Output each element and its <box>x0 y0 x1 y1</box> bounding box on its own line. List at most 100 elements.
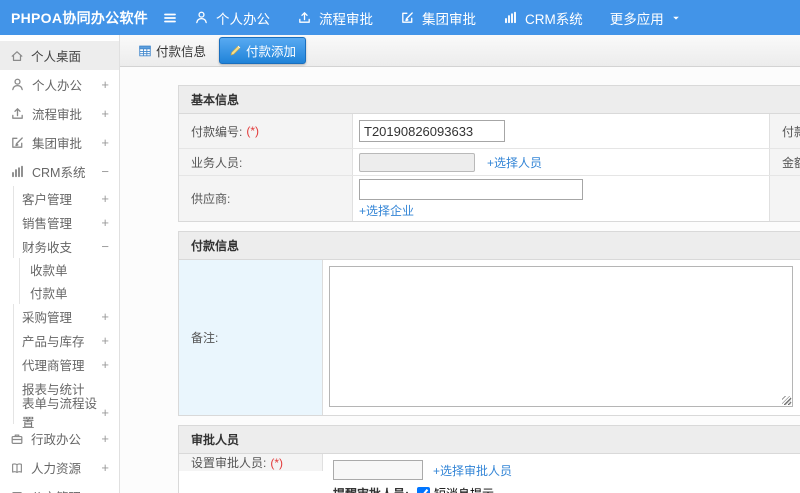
sidebar-item-7[interactable]: 财务收支 − <box>13 234 119 258</box>
menu-toggle-button[interactable] <box>162 10 178 26</box>
expand-icon[interactable]: + <box>101 77 109 92</box>
expand-icon[interactable]: + <box>101 333 109 348</box>
sidebar-item-2[interactable]: 流程审批 + <box>0 99 119 128</box>
content-area: 基本信息 付款编号:(*) 付款名称:(*) <box>120 67 800 493</box>
required-marker: (*) <box>246 124 260 138</box>
expand-icon[interactable]: + <box>101 431 109 446</box>
expand-icon[interactable]: + <box>101 309 109 324</box>
sidebar-item-9[interactable]: 付款单 <box>19 281 119 304</box>
sidebar-item-label: 个人桌面 <box>31 50 82 64</box>
required-marker: (*) <box>270 455 284 470</box>
sidebar-item-label: 财务收支 <box>22 240 73 255</box>
sms-remind-label[interactable]: 短消息提示 <box>434 485 494 493</box>
nav-item-label: 个人办公 <box>216 11 270 27</box>
sidebar-item-14[interactable]: 表单与流程设置 + <box>13 397 119 430</box>
nav-item-1[interactable]: 流程审批 <box>297 8 373 28</box>
home-icon <box>10 49 24 63</box>
sidebar-item-11[interactable]: 产品与库存 + <box>13 328 119 352</box>
sidebar-item-label: 流程审批 <box>32 108 83 122</box>
form-row-payment-no: 付款编号:(*) 付款名称:(*) <box>179 114 800 148</box>
table-icon <box>138 44 152 58</box>
sidebar-item-label: 销售管理 <box>22 216 73 231</box>
sidebar-item-label: 代理商管理 <box>22 358 85 373</box>
nav-item-3[interactable]: CRM系统 <box>503 8 583 28</box>
payment-name-label: 付款名称:(*) <box>769 114 800 148</box>
book-icon <box>10 461 24 475</box>
collapse-icon[interactable]: − <box>101 239 109 254</box>
user-icon <box>194 10 209 25</box>
sidebar-item-17[interactable]: 公文管理 + <box>0 482 119 493</box>
nav-item-label: CRM系统 <box>525 11 583 27</box>
section-title-payment: 付款信息 <box>179 232 800 260</box>
collapse-icon[interactable]: − <box>101 164 109 179</box>
amount-label: 金额: <box>769 149 800 175</box>
supplier-label: 供应商: <box>179 176 353 221</box>
section-title-approver: 审批人员 <box>179 426 800 454</box>
sms-remind-checkbox[interactable] <box>417 487 430 493</box>
tab-bar: 付款信息 付款添加 <box>120 35 800 67</box>
user-icon <box>10 77 25 92</box>
briefcase-icon <box>10 432 24 446</box>
sidebar-item-label: 行政办公 <box>31 433 82 447</box>
expand-icon[interactable]: + <box>101 135 109 150</box>
sidebar-item-label: 公文管理 <box>31 487 81 493</box>
section-approver: 审批人员 设置审批人员: (*) +选择审批人员 <box>178 425 800 493</box>
sidebar-item-label: 付款单 <box>30 287 68 301</box>
nav-item-label: 流程审批 <box>319 11 373 27</box>
caret-down-icon <box>671 13 681 23</box>
process-icon <box>297 10 312 25</box>
expand-icon[interactable]: + <box>101 489 109 493</box>
business-person-input[interactable] <box>359 152 475 172</box>
nav-item-4[interactable]: 更多应用 <box>610 8 681 28</box>
app-title: PHPOA协同办公软件 <box>11 9 149 26</box>
sidebar-item-0[interactable]: 个人桌面 <box>0 41 119 70</box>
doc-icon <box>10 490 24 493</box>
sidebar-item-8[interactable]: 收款单 <box>19 258 119 281</box>
remind-approver-label: 提醒审批人员: <box>333 485 409 493</box>
nav-item-2[interactable]: 集团审批 <box>400 8 476 28</box>
tab-payment-add[interactable]: 付款添加 <box>219 37 307 64</box>
sidebar-item-label: 客户管理 <box>22 192 73 207</box>
expand-icon[interactable]: + <box>101 215 109 230</box>
form-row-remark: 备注: <box>179 260 800 415</box>
approver-input[interactable] <box>333 460 423 480</box>
expand-icon[interactable]: + <box>101 405 109 420</box>
pencil-icon <box>229 44 242 57</box>
edit-icon <box>400 10 415 25</box>
sidebar-item-16[interactable]: 人力资源 + <box>0 453 119 482</box>
sidebar-item-label: 产品与库存 <box>22 334 85 349</box>
sidebar-item-3[interactable]: 集团审批 + <box>0 128 119 157</box>
sidebar-item-label: 表单与流程设置 <box>22 397 98 430</box>
tab-label: 付款添加 <box>246 45 297 59</box>
process-icon <box>10 106 25 121</box>
expand-icon[interactable]: + <box>101 106 109 121</box>
section-title-basic: 基本信息 <box>179 86 800 114</box>
nav-item-0[interactable]: 个人办公 <box>194 8 270 28</box>
remark-textarea[interactable] <box>329 266 793 407</box>
sidebar-item-6[interactable]: 销售管理 + <box>13 210 119 234</box>
app-window: PHPOA协同办公软件 个人办公 流程审批 集团审批 CRM系统 更多应用 个人桌面 个人… <box>0 0 800 493</box>
sidebar-item-12[interactable]: 代理商管理 + <box>13 352 119 376</box>
expand-icon[interactable]: + <box>101 191 109 206</box>
expand-icon[interactable]: + <box>101 357 109 372</box>
sidebar-item-label: 收款单 <box>30 264 68 278</box>
business-person-label: 业务人员: <box>179 149 353 175</box>
sidebar-item-label: 个人办公 <box>32 79 83 93</box>
sidebar-item-4[interactable]: CRM系统 − <box>0 157 119 186</box>
select-person-link[interactable]: +选择人员 <box>487 154 542 171</box>
select-company-link[interactable]: +选择企业 <box>359 202 414 219</box>
sidebar-item-5[interactable]: 客户管理 + <box>13 186 119 210</box>
select-approver-link[interactable]: +选择审批人员 <box>433 462 512 479</box>
supplier-input[interactable] <box>359 178 583 200</box>
remark-label: 备注: <box>179 260 323 415</box>
section-payment-info: 付款信息 备注: <box>178 231 800 416</box>
sidebar-item-1[interactable]: 个人办公 + <box>0 70 119 99</box>
expand-icon[interactable]: + <box>101 460 109 475</box>
tab-label: 付款信息 <box>156 45 207 59</box>
top-bar: PHPOA协同办公软件 个人办公 流程审批 集团审批 CRM系统 更多应用 <box>0 0 800 35</box>
payment-no-input[interactable] <box>359 120 505 142</box>
main-area: 付款信息 付款添加 基本信息 付款编号: (*) T20190826093633… <box>120 35 800 493</box>
sidebar-item-label: 集团审批 <box>32 137 83 151</box>
tab-payment-info[interactable]: 付款信息 <box>132 37 212 64</box>
sidebar-item-10[interactable]: 采购管理 + <box>13 304 119 328</box>
